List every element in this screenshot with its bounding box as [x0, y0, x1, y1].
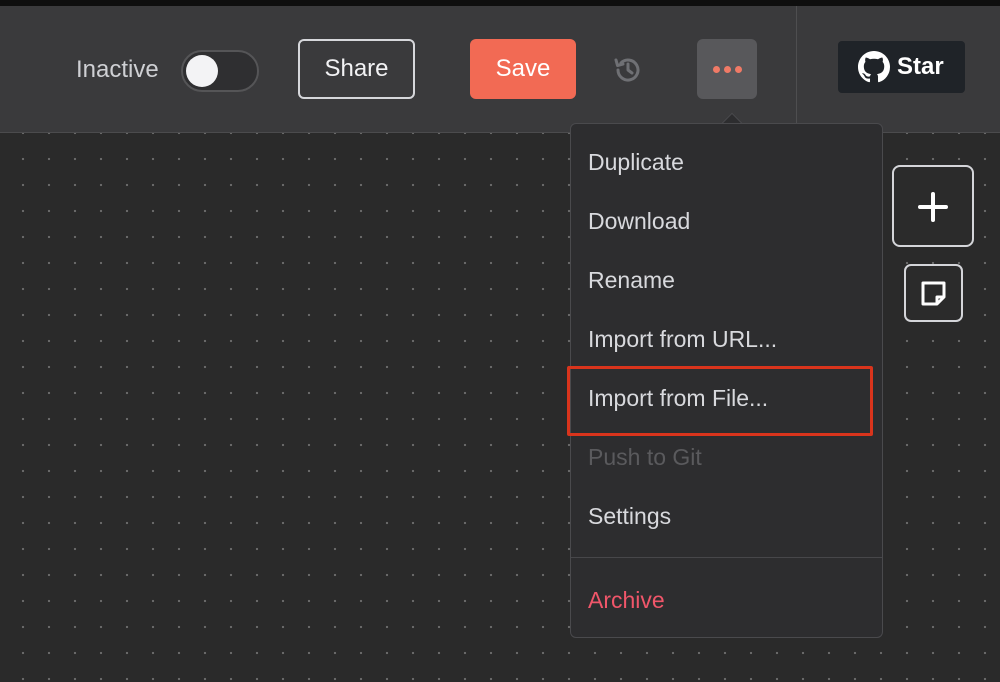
menu-item-push-to-git: Push to Git: [588, 444, 702, 470]
menu-item-archive[interactable]: Archive: [588, 586, 665, 614]
github-star-button[interactable]: Star: [838, 41, 965, 93]
add-node-button[interactable]: [892, 165, 974, 247]
github-star-label: Star: [897, 53, 944, 80]
header-divider: [796, 6, 797, 133]
plus-icon: [918, 192, 948, 222]
toggle-knob: [186, 55, 218, 87]
annotation-highlight-box: [567, 366, 873, 436]
menu-item-rename[interactable]: Rename: [588, 266, 675, 294]
menu-item-import-from-url[interactable]: Import from URL...: [588, 325, 777, 353]
sticky-note-icon: [921, 281, 946, 306]
active-toggle[interactable]: [181, 50, 259, 92]
menu-item-duplicate[interactable]: Duplicate: [588, 148, 684, 176]
menu-item-settings[interactable]: Settings: [588, 502, 671, 530]
menu-divider: [571, 557, 882, 558]
more-horizontal-icon-dot: [734, 65, 742, 73]
history-icon[interactable]: [612, 54, 644, 86]
github-icon: [858, 51, 890, 83]
more-options-button[interactable]: [697, 39, 757, 99]
active-toggle-label: Inactive: [76, 56, 159, 83]
workflow-header: Inactive Share Save Star: [0, 6, 1000, 133]
menu-item-download[interactable]: Download: [588, 207, 690, 235]
save-button[interactable]: Save: [470, 39, 576, 99]
more-horizontal-icon: [712, 65, 720, 73]
add-sticky-note-button[interactable]: [904, 264, 963, 322]
share-button[interactable]: Share: [298, 39, 415, 99]
more-horizontal-icon-dot: [723, 65, 731, 73]
